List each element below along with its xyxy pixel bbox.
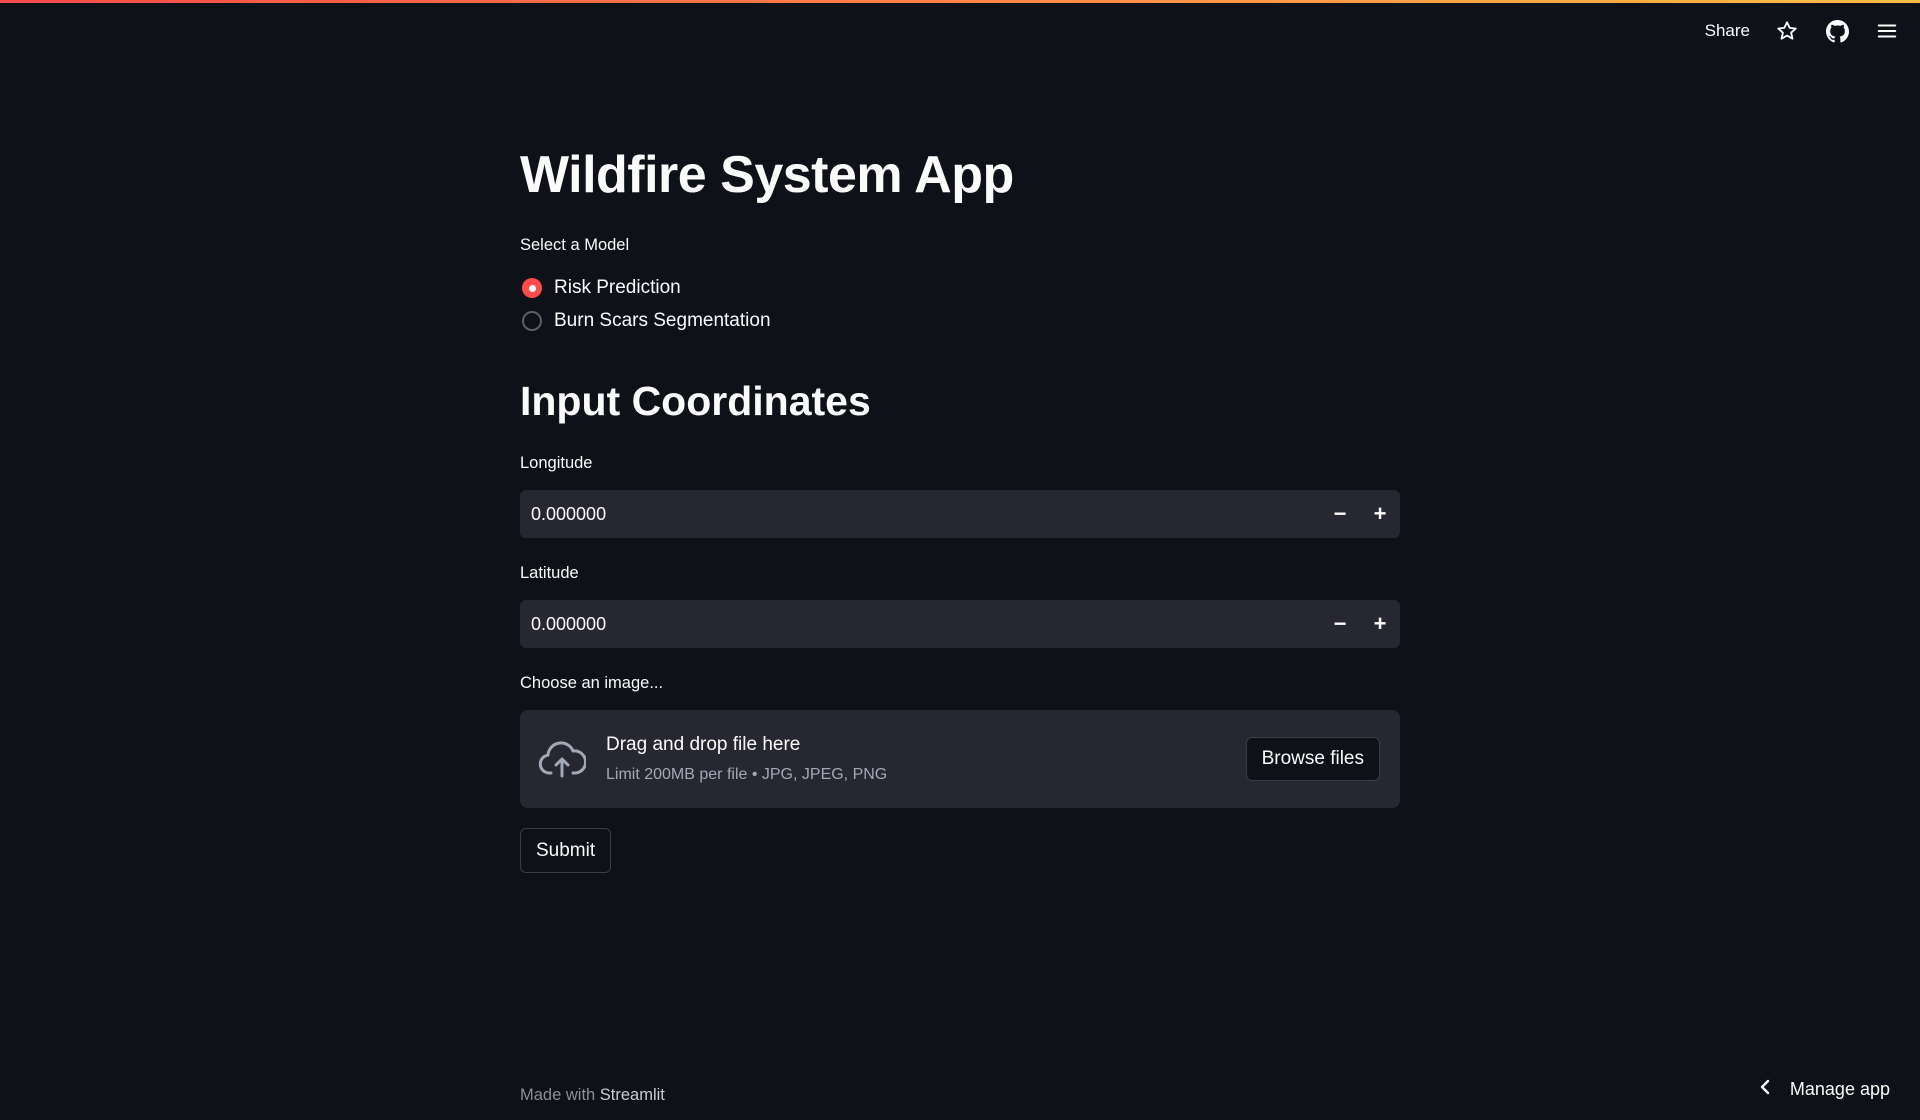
radio-selected-indicator	[522, 278, 542, 298]
manage-app-button[interactable]: Manage app	[1758, 1078, 1890, 1101]
latitude-increment-button[interactable]: +	[1360, 600, 1400, 648]
radio-unselected-indicator	[522, 311, 542, 331]
chevron-left-icon	[1758, 1078, 1772, 1101]
radio-option-risk-prediction[interactable]: Risk Prediction	[522, 277, 681, 299]
hamburger-menu-icon[interactable]	[1874, 18, 1900, 44]
browse-files-button[interactable]: Browse files	[1245, 737, 1380, 781]
radio-option-label: Burn Scars Segmentation	[554, 310, 771, 331]
manage-app-label: Manage app	[1789, 1079, 1890, 1099]
image-uploader-label: Choose an image...	[520, 674, 664, 692]
github-icon[interactable]	[1824, 18, 1850, 44]
longitude-input[interactable]: 0.000000 − +	[520, 490, 1400, 538]
submit-button[interactable]: Submit	[520, 828, 612, 873]
top-decoration-bar	[0, 0, 1920, 3]
share-button[interactable]: Share	[1705, 21, 1750, 41]
input-coordinates-heading: Input Coordinates	[520, 378, 871, 424]
page-title: Wildfire System App	[520, 146, 1014, 204]
file-uploader-dropzone[interactable]: Drag and drop file here Limit 200MB per …	[520, 710, 1400, 808]
cloud-upload-icon	[538, 740, 588, 780]
latitude-input[interactable]: 0.000000 − +	[520, 600, 1400, 648]
longitude-value[interactable]: 0.000000	[520, 504, 1320, 525]
file-limit-text: Limit 200MB per file • JPG, JPEG, PNG	[606, 766, 888, 783]
footer: Made with Streamlit	[520, 1086, 665, 1105]
radio-option-label: Risk Prediction	[554, 277, 681, 298]
model-select-label: Select a Model	[520, 236, 630, 254]
radio-option-burn-scars-segmentation[interactable]: Burn Scars Segmentation	[522, 310, 771, 332]
drag-drop-text: Drag and drop file here	[606, 734, 801, 755]
footer-prefix: Made with	[520, 1086, 600, 1104]
latitude-label: Latitude	[520, 564, 579, 582]
latitude-value[interactable]: 0.000000	[520, 614, 1320, 635]
longitude-decrement-button[interactable]: −	[1320, 490, 1360, 538]
latitude-decrement-button[interactable]: −	[1320, 600, 1360, 648]
longitude-increment-button[interactable]: +	[1360, 490, 1400, 538]
longitude-label: Longitude	[520, 454, 593, 472]
star-icon[interactable]	[1774, 18, 1800, 44]
streamlit-link[interactable]: Streamlit	[600, 1086, 665, 1104]
top-toolbar: Share	[1705, 14, 1900, 48]
